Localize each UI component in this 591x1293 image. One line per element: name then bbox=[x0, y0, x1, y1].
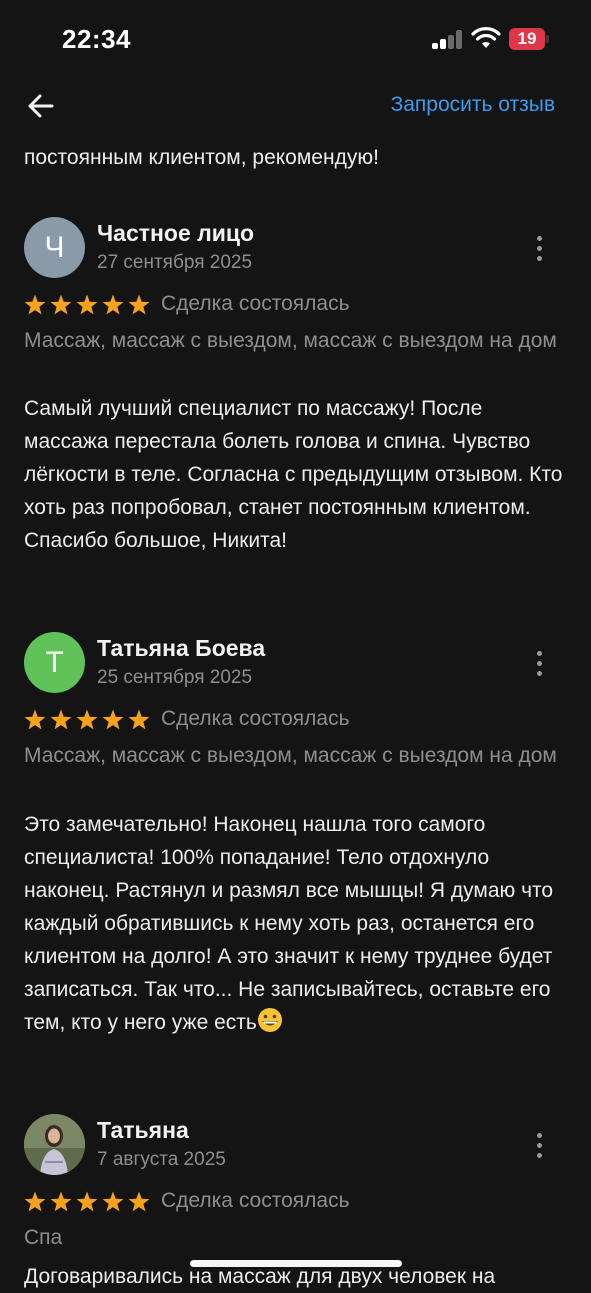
star-icon bbox=[102, 709, 124, 730]
review-card: Татьяна 7 августа 2025 Сделка состоялась… bbox=[24, 1114, 572, 1288]
avatar: Т bbox=[24, 632, 85, 693]
battery-indicator: 19 bbox=[509, 28, 549, 50]
status-bar: 22:34 19 bbox=[0, 0, 591, 80]
status-time: 22:34 bbox=[62, 24, 131, 54]
review-card: Ч Частное лицо 27 сентября 2025 Сделка с… bbox=[24, 217, 572, 592]
review-text-content: Это замечательно! Наконец нашла того сам… bbox=[24, 813, 554, 1034]
star-icon bbox=[24, 294, 46, 315]
more-options-icon[interactable] bbox=[524, 646, 554, 682]
review-services: Массаж, массаж с выездом, массаж с выезд… bbox=[24, 329, 557, 352]
review-author: Татьяна Боева bbox=[97, 635, 266, 661]
review-text: Это замечательно! Наконец нашла того сам… bbox=[24, 808, 572, 1039]
star-icon bbox=[76, 1191, 98, 1212]
star-icon bbox=[50, 1191, 72, 1212]
home-indicator[interactable] bbox=[190, 1260, 402, 1267]
request-review-link[interactable]: Запросить отзыв bbox=[391, 93, 555, 117]
back-arrow-icon[interactable] bbox=[22, 86, 62, 126]
wifi-icon bbox=[471, 27, 501, 48]
review-author: Частное лицо bbox=[97, 220, 255, 246]
star-icon bbox=[24, 1191, 46, 1212]
review-card: Т Татьяна Боева 25 сентября 2025 Сделка … bbox=[24, 632, 572, 1072]
review-author: Татьяна bbox=[97, 1117, 189, 1143]
star-icon bbox=[128, 1191, 150, 1212]
review-date: 7 августа 2025 bbox=[97, 1149, 226, 1170]
avatar-photo bbox=[24, 1114, 85, 1175]
star-icon bbox=[76, 709, 98, 730]
star-icon bbox=[102, 294, 124, 315]
review-text: Самый лучший специалист по массажу! Посл… bbox=[24, 397, 563, 552]
review-date: 25 сентября 2025 bbox=[97, 667, 253, 688]
five-star-rating-icon bbox=[24, 1191, 150, 1212]
review-services: Массаж, массаж с выездом, массаж с выезд… bbox=[24, 744, 557, 767]
deal-status: Сделка состоялась bbox=[161, 707, 350, 730]
deal-status: Сделка состоялась bbox=[161, 1189, 350, 1212]
review-date: 27 сентября 2025 bbox=[97, 252, 253, 273]
star-icon bbox=[128, 709, 150, 730]
previous-review-text-tail: постоянным клиентом, рекомендую! bbox=[24, 146, 379, 169]
cellular-signal-icon bbox=[432, 29, 464, 49]
star-icon bbox=[102, 1191, 124, 1212]
review-services: Спа bbox=[24, 1226, 63, 1249]
deal-status: Сделка состоялась bbox=[161, 292, 350, 315]
more-options-icon[interactable] bbox=[524, 231, 554, 267]
user-photo-icon bbox=[24, 1114, 85, 1175]
avatar: Ч bbox=[24, 217, 85, 278]
star-icon bbox=[128, 294, 150, 315]
star-icon bbox=[50, 294, 72, 315]
star-icon bbox=[50, 709, 72, 730]
star-icon bbox=[24, 709, 46, 730]
five-star-rating-icon bbox=[24, 294, 150, 315]
grinning-face-emoji-icon bbox=[257, 1008, 282, 1032]
battery-level: 19 bbox=[517, 29, 537, 48]
five-star-rating-icon bbox=[24, 709, 150, 730]
star-icon bbox=[76, 294, 98, 315]
more-options-icon[interactable] bbox=[524, 1128, 554, 1164]
